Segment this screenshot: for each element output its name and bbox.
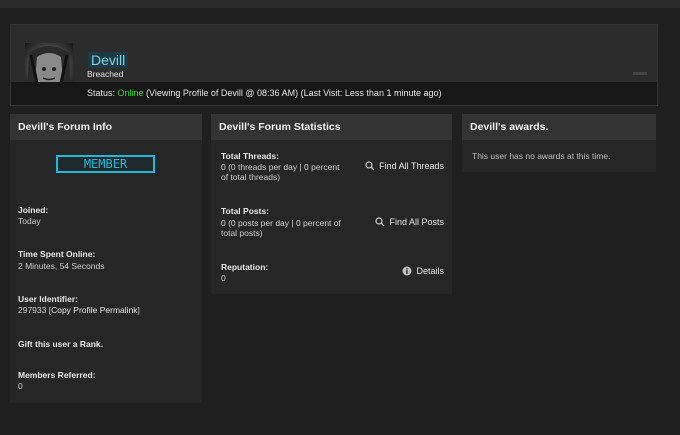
- posts-label: Total Posts:: [221, 206, 270, 216]
- uid-value: 297933 [: [18, 305, 52, 315]
- details-label: Details: [416, 266, 444, 276]
- forum-info-panel: Devill's Forum Info MEMBER Joined: Today…: [10, 114, 202, 403]
- info-icon: [402, 266, 412, 276]
- reputation-value: 0: [221, 273, 226, 283]
- rank-badge: MEMBER: [56, 155, 155, 173]
- awards-message: This user has no awards at this time.: [472, 151, 611, 161]
- uid-label: User Identifier:: [18, 294, 78, 304]
- forum-statistics-panel: Devill's Forum Statistics Total Threads:…: [211, 114, 452, 294]
- posts-value-1: 0 (0 posts per day | 0 percent of: [221, 218, 341, 228]
- find-posts-label: Find All Posts: [389, 217, 444, 227]
- awards-title: Devill's awards.: [462, 114, 656, 140]
- search-icon: [365, 161, 375, 171]
- forum-info-title: Devill's Forum Info: [10, 114, 202, 140]
- find-threads-label: Find All Threads: [379, 161, 444, 171]
- status-bar: Status: Online (Viewing Profile of Devil…: [11, 82, 657, 105]
- user-title: Breached: [87, 69, 124, 79]
- search-icon: [375, 217, 385, 227]
- threads-value-1: 0 (0 threads per day | 0 percent: [221, 162, 340, 172]
- find-threads-button[interactable]: Find All Threads: [365, 161, 444, 171]
- username[interactable]: Devill: [88, 52, 129, 68]
- threads-label: Total Threads:: [221, 151, 279, 161]
- referred-value: 0: [18, 381, 23, 391]
- referred-label: Members Referred:: [18, 370, 96, 380]
- posts-value-2: total posts): [221, 228, 263, 238]
- uid-row: 297933 [Copy Profile Permalink]: [18, 305, 140, 315]
- copy-permalink-link[interactable]: Copy Profile Permalink: [51, 305, 137, 315]
- time-online-value: 2 Minutes, 54 Seconds: [18, 261, 105, 271]
- status-detail: (Viewing Profile of Devill @ 08:36 AM) (…: [143, 88, 442, 98]
- awards-panel: Devill's awards. This user has no awards…: [462, 114, 656, 172]
- find-posts-button[interactable]: Find All Posts: [375, 217, 444, 227]
- joined-label: Joined:: [18, 205, 49, 215]
- uid-close: ]: [137, 305, 140, 315]
- status-online: Online: [117, 88, 144, 98]
- reputation-bar: [633, 72, 647, 75]
- time-online-label: Time Spent Online:: [18, 249, 96, 259]
- top-navigation-bar: [0, 0, 680, 8]
- status-label: Status:: [87, 88, 118, 98]
- statistics-title: Devill's Forum Statistics: [211, 114, 452, 140]
- gift-rank-link[interactable]: Gift this user a Rank.: [18, 339, 103, 349]
- joined-value: Today: [18, 216, 41, 226]
- reputation-details-button[interactable]: Details: [402, 266, 444, 276]
- reputation-label: Reputation:: [221, 262, 269, 272]
- profile-header: Devill Breached Status: Online (Viewing …: [10, 24, 658, 106]
- threads-value-2: of total threads): [221, 172, 281, 182]
